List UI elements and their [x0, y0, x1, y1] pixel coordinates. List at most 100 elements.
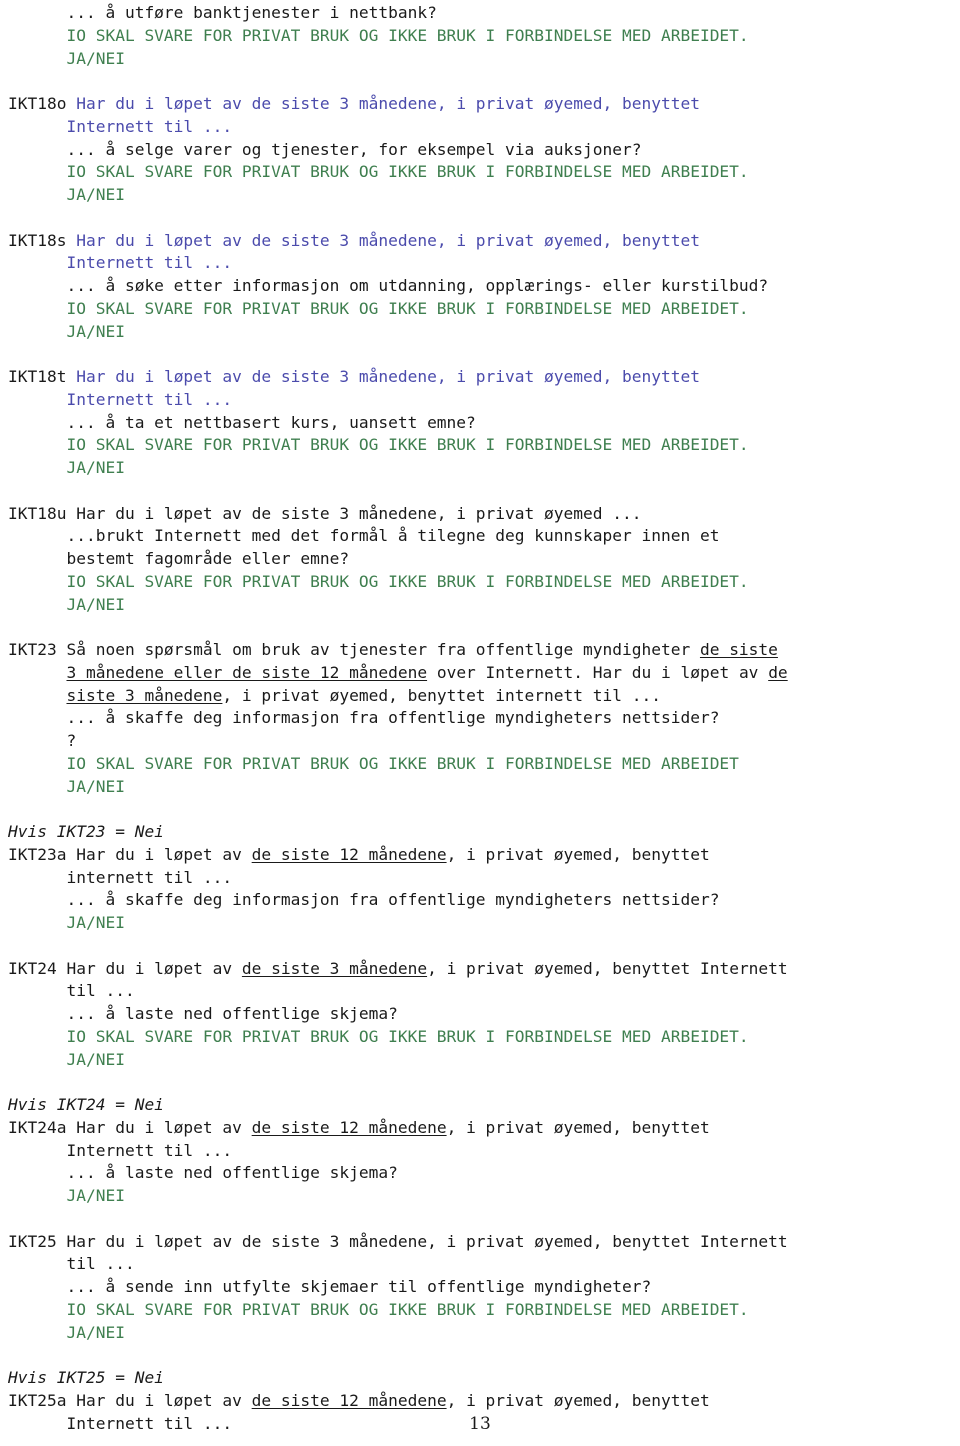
text-run: til ...	[8, 1254, 135, 1274]
text-line: siste 3 månedene, i privat øyemed, benyt…	[8, 685, 956, 708]
text-line: JA/NEI	[8, 48, 956, 71]
text-run: , i privat øyemed, benyttet	[446, 1117, 710, 1137]
text-line: JA/NEI	[8, 1322, 956, 1345]
text-line: IKT18o Har du i løpet av de siste 3 måne…	[8, 93, 956, 116]
text-run: Har du i løpet av de siste 3 månedene, i…	[76, 94, 700, 113]
text-line: IO SKAL SVARE FOR PRIVAT BRUK OG IKKE BR…	[8, 298, 956, 321]
underlined-phrase: 3 månedene eller de siste 12 månedene	[66, 662, 428, 682]
text-run: JA/NEI	[8, 1322, 125, 1342]
text-line: IO SKAL SVARE FOR PRIVAT BRUK OG IKKE BR…	[8, 161, 956, 184]
text-line: JA/NEI	[8, 912, 956, 935]
text-run: ... å laste ned offentlige skjema?	[8, 1004, 398, 1023]
text-run: ... å skaffe deg informasjon fra offentl…	[8, 890, 720, 910]
text-line: bestemt fagområde eller emne?	[8, 548, 956, 571]
text-run: JA/NEI	[8, 458, 125, 477]
text-run: IO SKAL SVARE FOR PRIVAT BRUK OG IKKE BR…	[8, 25, 749, 45]
text-run: ... å søke etter informasjon om utdannin…	[8, 276, 769, 295]
underlined-phrase: de siste 12 månedene	[251, 1117, 447, 1137]
text-run: , i privat øyemed, benyttet	[446, 1390, 710, 1410]
text-line: Hvis IKT24 = Nei	[8, 1094, 956, 1117]
text-run: ?	[8, 731, 77, 750]
text-line: JA/NEI	[8, 594, 956, 617]
text-run: JA/NEI	[8, 321, 125, 341]
underlined-phrase: de siste 12 månedene	[251, 844, 447, 864]
text-run: til ...	[8, 981, 135, 1001]
text-run: JA/NEI	[8, 1049, 125, 1069]
text-run: bestemt fagområde eller emne?	[8, 549, 350, 568]
text-run: IKT25a Har du i løpet av	[8, 1390, 252, 1410]
text-line: IO SKAL SVARE FOR PRIVAT BRUK OG IKKE BR…	[8, 1026, 956, 1049]
text-line: ... å sende inn utfylte skjemaer til off…	[8, 1276, 956, 1299]
text-line: til ...	[8, 980, 956, 1003]
text-line: IKT18u Har du i løpet av de siste 3 måne…	[8, 503, 956, 526]
text-line: JA/NEI	[8, 321, 956, 344]
text-run: over Internett. Har du i løpet av	[427, 662, 769, 682]
text-line: IKT24a Har du i løpet av de siste 12 mån…	[8, 1117, 956, 1140]
text-line: IKT18s Har du i løpet av de siste 3 måne…	[8, 230, 956, 253]
document-page: ... å utføre banktjenester i nettbank? I…	[0, 0, 960, 1446]
text-run: JA/NEI	[8, 185, 125, 204]
text-run: IKT18u Har du i løpet av de siste 3 måne…	[8, 503, 642, 523]
text-run: IO SKAL SVARE FOR PRIVAT BRUK OG IKKE BR…	[8, 435, 749, 455]
underlined-phrase: de siste 3 månedene	[241, 958, 428, 978]
text-run: Har du i løpet av de siste 3 månedene, i…	[76, 230, 700, 250]
text-run: , i privat øyemed, benyttet	[446, 844, 710, 864]
text-line: ... å utføre banktjenester i nettbank?	[8, 2, 956, 25]
text-line: IKT24 Har du i løpet av de siste 3 måned…	[8, 958, 956, 981]
text-run: , i privat øyemed, benyttet Internett	[427, 958, 788, 978]
text-line: Internett til ...	[8, 1140, 956, 1163]
text-line: IO SKAL SVARE FOR PRIVAT BRUK OG IKKE BR…	[8, 434, 956, 457]
text-line: til ...	[8, 1253, 956, 1276]
text-run: JA/NEI	[8, 776, 125, 796]
text-run: IKT25 Har du i løpet av de siste 3 måned…	[8, 1231, 788, 1251]
text-run: IO SKAL SVARE FOR PRIVAT BRUK OG IKKE BR…	[8, 753, 739, 773]
text-run: JA/NEI	[8, 913, 125, 932]
text-run: IKT18t	[8, 367, 77, 386]
questionnaire-body: ... å utføre banktjenester i nettbank? I…	[8, 2, 956, 1435]
text-line: IO SKAL SVARE FOR PRIVAT BRUK OG IKKE BR…	[8, 753, 956, 776]
text-run: IO SKAL SVARE FOR PRIVAT BRUK OG IKKE BR…	[8, 571, 749, 591]
text-run: IKT18o	[8, 94, 77, 113]
text-line: Hvis IKT23 = Nei	[8, 821, 956, 844]
text-run: ... å ta et nettbasert kurs, uansett emn…	[8, 412, 476, 432]
text-line: IKT25a Har du i løpet av de siste 12 mån…	[8, 1390, 956, 1413]
text-run: ... å laste ned offentlige skjema?	[8, 1163, 398, 1183]
text-run: IKT23 Så noen spørsmål om bruk av tjenes…	[8, 640, 700, 659]
text-line: internett til ...	[8, 867, 956, 890]
underlined-phrase: de siste 12 månedene	[251, 1390, 447, 1410]
text-run: JA/NEI	[8, 48, 125, 68]
text-run: IO SKAL SVARE FOR PRIVAT BRUK OG IKKE BR…	[8, 1299, 749, 1319]
text-line: Internett til ...	[8, 116, 956, 139]
text-line: JA/NEI	[8, 776, 956, 799]
text-line: ... å laste ned offentlige skjema?	[8, 1003, 956, 1026]
text-line: 3 månedene eller de siste 12 månedene ov…	[8, 662, 956, 685]
text-line: IKT23a Har du i løpet av de siste 12 mån…	[8, 844, 956, 867]
underlined-phrase: de siste	[699, 640, 778, 659]
text-run: ... å selge varer og tjenester, for ekse…	[8, 139, 642, 159]
text-run: Internett til ...	[8, 389, 233, 409]
text-line: IKT25 Har du i løpet av de siste 3 måned…	[8, 1231, 956, 1254]
text-run: JA/NEI	[8, 1186, 125, 1205]
text-line: ... å laste ned offentlige skjema?	[8, 1162, 956, 1185]
text-run: ... å skaffe deg informasjon fra offentl…	[8, 708, 720, 728]
text-run: IKT24 Har du i løpet av	[8, 958, 242, 978]
text-line: ... å søke etter informasjon om utdannin…	[8, 275, 956, 298]
text-line: Hvis IKT25 = Nei	[8, 1367, 956, 1390]
text-line: ... å skaffe deg informasjon fra offentl…	[8, 707, 956, 730]
text-line: IKT18t Har du i løpet av de siste 3 måne…	[8, 366, 956, 389]
text-run: IO SKAL SVARE FOR PRIVAT BRUK OG IKKE BR…	[8, 298, 749, 318]
text-run: ...brukt Internett med det formål å tile…	[8, 526, 720, 546]
routing-condition: Hvis IKT25 = Nei	[8, 1368, 164, 1387]
text-run: , i privat øyemed, benyttet internett ti…	[222, 685, 661, 705]
page-number: 13	[469, 1414, 491, 1434]
text-line: IKT23 Så noen spørsmål om bruk av tjenes…	[8, 639, 956, 662]
underlined-phrase: siste 3 månedene	[66, 685, 223, 705]
text-line: ... å selge varer og tjenester, for ekse…	[8, 139, 956, 162]
text-line: JA/NEI	[8, 184, 956, 207]
